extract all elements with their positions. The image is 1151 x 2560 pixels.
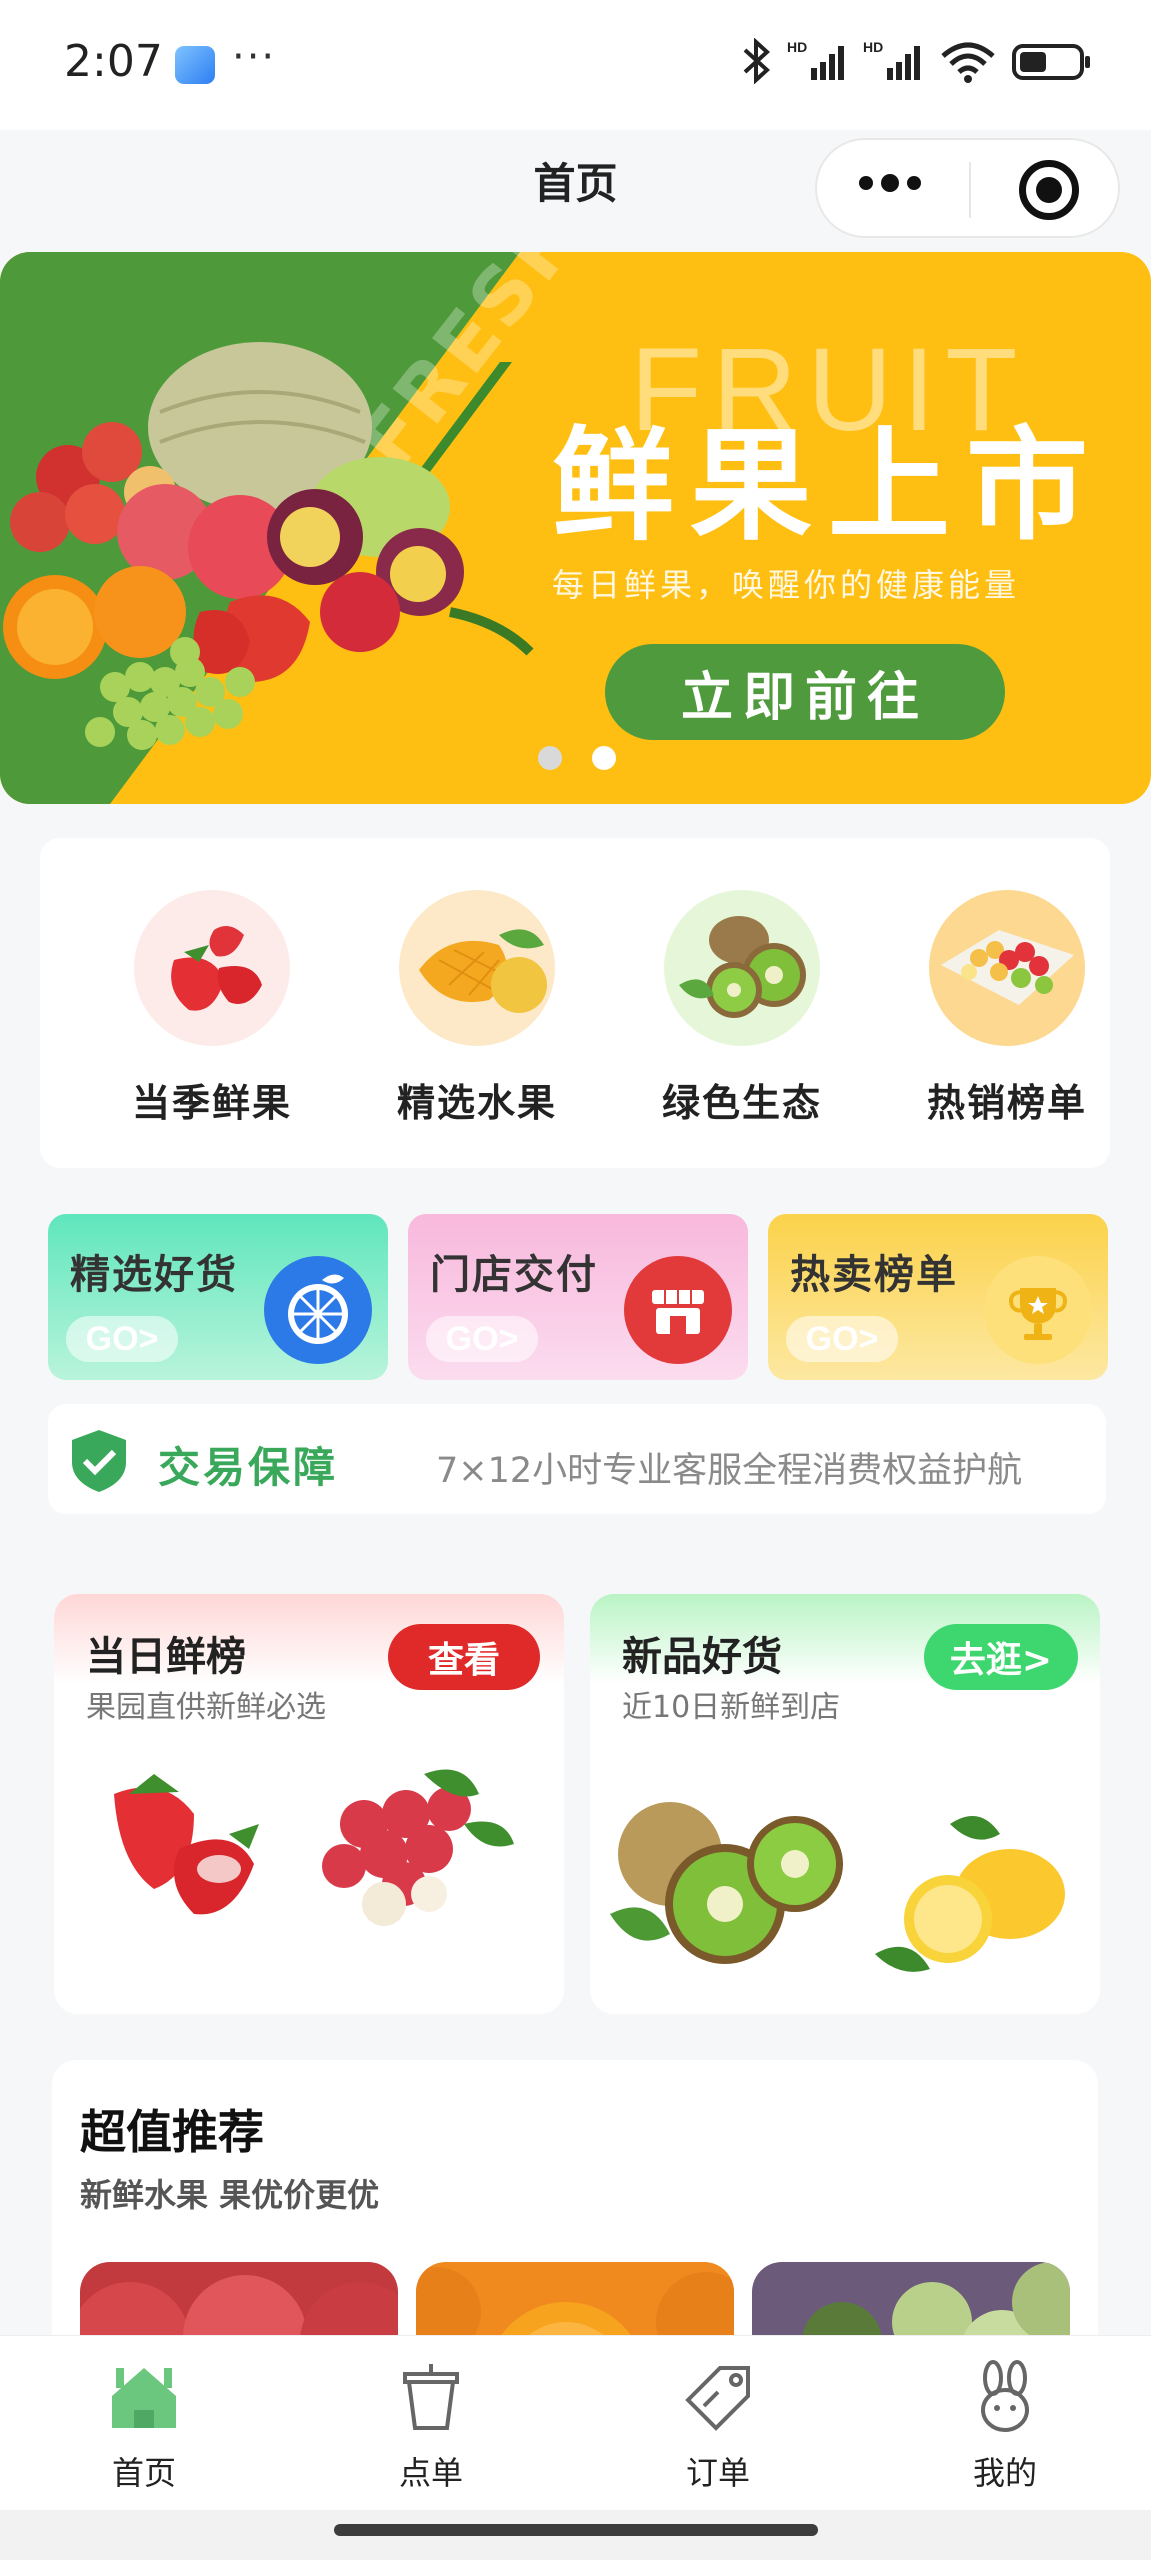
strawberry-lychee-image <box>114 1769 514 1926</box>
more-notifications-icon: ··· <box>232 34 277 80</box>
tag-icon <box>685 2366 750 2431</box>
more-options-icon[interactable] <box>859 174 921 192</box>
promo-selected-goods[interactable]: 精选好货 GO> <box>48 1214 388 1380</box>
promo-title: 精选好货 <box>70 1252 238 1298</box>
hero-banner[interactable]: FRESH FRUIT 鲜果上市 每日鲜果，唤醒你的健康能量 立即前往 <box>0 252 1151 804</box>
kiwi-icon <box>664 890 820 1046</box>
tab-order[interactable]: 点单 <box>331 2360 531 2494</box>
home-indicator[interactable] <box>334 2524 818 2536</box>
mango-icon <box>399 890 555 1046</box>
card-title: 新品好货 <box>622 1634 782 1680</box>
tab-label: 首页 <box>111 2454 176 2492</box>
card-title: 当日鲜榜 <box>86 1634 246 1680</box>
svg-text:HD: HD <box>863 39 883 55</box>
trade-guarantee-bar[interactable]: 交易保障 7×12小时专业客服全程消费权益护航 <box>48 1404 1106 1514</box>
fruit-pile-illustration <box>3 342 534 750</box>
tab-home[interactable]: 首页 <box>44 2360 244 2494</box>
category-card: 当季鲜果 精选水果 绿色生态 热销榜单 <box>40 838 1110 1168</box>
promo-title: 门店交付 <box>430 1252 598 1298</box>
signal-hd-icon-2: HD <box>863 39 920 80</box>
tab-label: 订单 <box>685 2454 750 2492</box>
promo-go-button[interactable]: GO> <box>66 1316 178 1362</box>
tab-label: 点单 <box>398 2454 463 2492</box>
category-label: 绿色生态 <box>661 1081 822 1125</box>
category-item-eco[interactable]: 绿色生态 <box>632 890 852 1127</box>
promo-go-button[interactable]: GO> <box>786 1316 898 1362</box>
category-label: 热销榜单 <box>926 1081 1087 1125</box>
promo-store-delivery[interactable]: 门店交付 GO> <box>408 1214 748 1380</box>
tab-profile[interactable]: 我的 <box>905 2360 1105 2494</box>
trophy-icon <box>984 1256 1092 1364</box>
signal-hd-icon: HD <box>787 39 844 80</box>
guarantee-title: 交易保障 <box>158 1443 339 1492</box>
bluetooth-icon <box>743 38 770 84</box>
status-time: 2:07 <box>64 36 163 87</box>
recommend-subtitle: 新鲜水果 果优价更优 <box>80 2176 380 2214</box>
mini-program-capsule <box>815 138 1120 238</box>
category-label: 精选水果 <box>396 1081 557 1125</box>
card-subtitle: 果园直供新鲜必选 <box>86 1690 326 1725</box>
banner-dot-active[interactable] <box>592 746 616 770</box>
category-label: 当季鲜果 <box>131 1081 292 1125</box>
capsule-divider <box>969 162 971 218</box>
promo-hot-list[interactable]: 热卖榜单 GO> <box>768 1214 1108 1380</box>
recommend-title: 超值推荐 <box>80 2105 264 2159</box>
daily-fresh-card[interactable]: 当日鲜榜 果园直供新鲜必选 查看 <box>54 1594 564 2014</box>
store-icon <box>624 1256 732 1364</box>
svg-text:HD: HD <box>787 39 807 55</box>
page: { "status_bar": {"time": "2:07", "dots":… <box>0 0 1151 2560</box>
guarantee-text: 7×12小时专业客服全程消费权益护航 <box>436 1451 1023 1491</box>
category-item-seasonal[interactable]: 当季鲜果 <box>102 890 322 1127</box>
tab-label: 我的 <box>972 2454 1037 2492</box>
close-mini-program-icon[interactable] <box>1019 160 1079 220</box>
banner-subtitle: 每日鲜果，唤醒你的健康能量 <box>552 566 1021 604</box>
cup-icon <box>403 2364 459 2430</box>
battery-icon <box>1012 44 1090 80</box>
category-item-hot[interactable]: 热销榜单 <box>897 890 1117 1127</box>
view-button[interactable]: 查看 <box>388 1624 540 1690</box>
card-subtitle: 近10日新鲜到店 <box>622 1690 841 1725</box>
banner-title: 鲜果上市 <box>552 415 1104 557</box>
promo-go-button[interactable]: GO> <box>426 1316 538 1362</box>
wifi-icon <box>941 42 995 83</box>
banner-pagination <box>538 746 616 770</box>
status-icons: HD HD <box>739 38 1091 84</box>
browse-button[interactable]: 去逛> <box>924 1624 1078 1690</box>
kiwi-lemon-image <box>610 1802 1065 1972</box>
tab-orders[interactable]: 订单 <box>618 2360 818 2494</box>
home-icon <box>112 2368 176 2428</box>
strawberry-icon <box>134 890 290 1046</box>
app-notification-icon <box>175 46 215 84</box>
banner-dot[interactable] <box>538 746 562 770</box>
new-goods-card[interactable]: 新品好货 近10日新鲜到店 去逛> <box>590 1594 1100 2014</box>
bottom-tab-bar: 首页 点单 订单 我的 <box>0 2335 1151 2510</box>
rabbit-icon <box>981 2360 1029 2432</box>
status-bar: 2:07 ··· HD HD <box>0 0 1151 130</box>
shield-check-icon <box>72 1430 126 1492</box>
promo-title: 热卖榜单 <box>790 1252 958 1298</box>
banner-cta-button[interactable]: 立即前往 <box>605 644 1005 740</box>
fruit-tray-icon <box>929 890 1085 1046</box>
orange-slice-icon <box>264 1256 372 1364</box>
category-item-selected[interactable]: 精选水果 <box>367 890 587 1127</box>
